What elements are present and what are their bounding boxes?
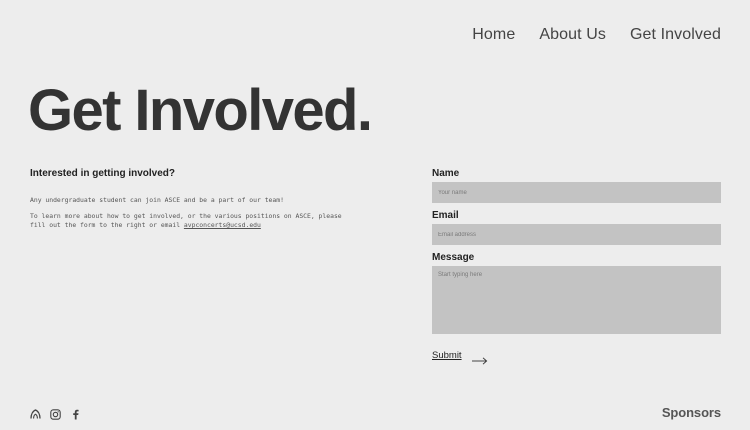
contact-form: Name Email Message Submit [432,168,721,365]
page-title: Get Involved. [28,78,373,143]
name-input[interactable] [432,182,721,203]
nav-about-us-link[interactable]: About Us [539,26,606,44]
nav-home-link[interactable]: Home [472,26,515,44]
nav-get-involved-link[interactable]: Get Involved [630,26,721,44]
submit-row[interactable]: Submit [432,350,721,365]
name-label: Name [432,168,460,179]
message-textarea[interactable] [432,266,721,334]
facebook-icon[interactable] [70,407,81,420]
submit-button[interactable]: Submit [432,350,462,361]
email-input[interactable] [432,224,721,245]
sponsors-link[interactable]: Sponsors [662,405,721,420]
intro-section: Interested in getting involved? Any unde… [30,168,360,239]
message-label: Message [432,252,475,263]
contact-email-link[interactable]: avpconcerts@ucsd.edu [184,221,261,229]
intro-paragraph-1: Any undergraduate student can join ASCE … [30,196,284,204]
arrow-right-icon[interactable] [471,352,488,365]
social-links [30,407,81,420]
instagram-icon[interactable] [50,407,61,420]
top-nav: Home About Us Get Involved [472,26,721,44]
intro-heading: Interested in getting involved? [30,168,176,179]
asce-logo-icon[interactable] [30,407,41,419]
email-label: Email [432,210,459,221]
intro-paragraph-2: To learn more about how to get involved,… [30,212,360,231]
